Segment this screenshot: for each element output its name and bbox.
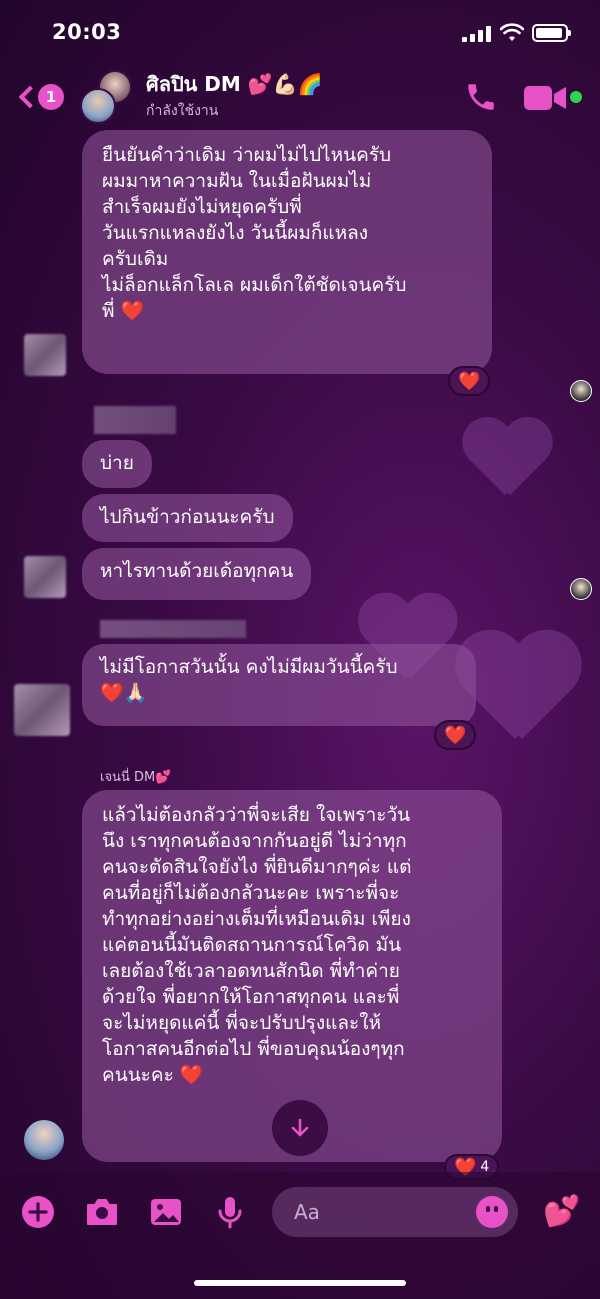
message-text: คนจะตัดสินใจยังไง พี่ยินดีมากๆค่ะ แต่ bbox=[102, 856, 412, 878]
microphone-icon[interactable] bbox=[210, 1192, 250, 1232]
message-text: ยืนยันคำว่าเดิม ว่าผมไม่ไปไหนครับ bbox=[102, 144, 392, 166]
read-receipt-avatar bbox=[570, 380, 592, 402]
message-bubble[interactable]: ยืนยันคำว่าเดิม ว่าผมไม่ไปไหนครับ ผมมาหา… bbox=[82, 130, 492, 374]
avatar bbox=[80, 88, 116, 124]
avatar[interactable] bbox=[24, 1120, 64, 1160]
message-text: วันแรกแหลงยังไง วันนี้ผมก็แหลง bbox=[102, 222, 369, 244]
message-text: บ่าย bbox=[100, 452, 134, 474]
message-text: นึง เราทุกคนต้องจากกันอยู่ดี ไม่ว่าทุก bbox=[102, 830, 407, 852]
message-bubble[interactable]: ไปกินข้าวก่อนนะครับ bbox=[82, 494, 293, 542]
message-text: แล้วไม่ต้องกลัวว่าพี่จะเสีย ใจเพราะวัน bbox=[102, 804, 411, 826]
message-input[interactable] bbox=[294, 1187, 464, 1237]
sender-avatar-blurred bbox=[14, 684, 70, 736]
message-text: ไปกินข้าวก่อนนะครับ bbox=[100, 506, 275, 528]
smiley-icon[interactable] bbox=[476, 1196, 508, 1228]
background-heart bbox=[460, 420, 550, 500]
reaction-badge[interactable]: ❤️ bbox=[448, 366, 491, 396]
message-text: สำเร็จผมยังไม่หยุดครับพี่ bbox=[102, 196, 302, 218]
message-bubble[interactable]: บ่าย bbox=[82, 440, 152, 488]
hearts-icon[interactable]: 💕 bbox=[540, 1190, 584, 1234]
group-avatar[interactable] bbox=[80, 70, 136, 126]
chat-header: 1 ศิลปิน DM 💕💪🏻🌈 กำลังใช้งาน bbox=[0, 64, 600, 126]
arrow-down-icon bbox=[291, 1118, 309, 1137]
home-indicator bbox=[194, 1280, 406, 1286]
status-bar: 20:03 bbox=[0, 0, 600, 64]
message-text: ผมมาหาความฝัน ในเมื่อฝันผมไม่ bbox=[102, 170, 372, 192]
message-text: ไม่มีโอกาสวันนั้น คงไม่มีผมวันนี้ครับ bbox=[100, 656, 398, 678]
message-text: โอกาสคนอีกต่อไป พี่ขอบคุณน้องๆทุก bbox=[102, 1038, 405, 1060]
status-time: 20:03 bbox=[52, 20, 122, 44]
message-text: เลยต้องใช้เวลาอดทนสักนิด พี่ทำค่าย bbox=[102, 960, 400, 982]
sender-avatar-blurred bbox=[24, 334, 66, 376]
plus-circle-icon[interactable] bbox=[18, 1192, 58, 1232]
message-input-container[interactable] bbox=[272, 1187, 518, 1237]
back-button[interactable]: 1 bbox=[16, 80, 66, 114]
message-text: ทำทุกอย่างอย่างเต็มที่เหมือนเดิม เพียง bbox=[102, 908, 411, 930]
sender-name-blurred bbox=[100, 620, 246, 638]
battery-icon bbox=[532, 24, 571, 42]
message-text: ไม่ล็อกแล็กโลเล ผมเด็กใต้ชัดเจนครับ bbox=[102, 274, 407, 296]
phone-icon[interactable] bbox=[464, 80, 498, 114]
reaction-emoji: ❤️ bbox=[458, 370, 481, 392]
sender-name-blurred bbox=[94, 406, 176, 434]
message-text: คนที่อยู่ก็ไม่ต้องกลัวนะคะ เพราะพี่จะ bbox=[102, 882, 400, 904]
message-text: พี่ ❤️ bbox=[102, 300, 145, 322]
reaction-emoji: ❤️ bbox=[444, 724, 467, 746]
sender-avatar-blurred bbox=[24, 556, 66, 598]
unread-badge: 1 bbox=[38, 84, 64, 110]
message-text: ด้วยใจ พี่อยากให้โอกาสทุกคน และพี่ bbox=[102, 986, 400, 1008]
reaction-badge[interactable]: ❤️ bbox=[434, 720, 477, 750]
message-text: หาไรทานด้วยเด้อทุกคน bbox=[100, 560, 294, 582]
message-text: แค่ตอนนี้มันติดสถานการณ์โควิด มัน bbox=[102, 934, 402, 956]
message-bubble[interactable]: ไม่มีโอกาสวันนั้น คงไม่มีผมวันนี้ครับ ❤️… bbox=[82, 644, 476, 726]
message-bubble[interactable]: หาไรทานด้วยเด้อทุกคน bbox=[82, 548, 312, 600]
video-icon[interactable] bbox=[524, 84, 566, 112]
active-status: กำลังใช้งาน bbox=[146, 103, 219, 119]
message-text: คนนะคะ ❤️ bbox=[102, 1064, 204, 1086]
read-receipt-avatar bbox=[570, 578, 592, 600]
scroll-to-bottom-button[interactable] bbox=[272, 1100, 328, 1156]
wifi-icon bbox=[500, 23, 524, 41]
message-text: ❤️🙏🏻 bbox=[100, 682, 148, 704]
camera-icon[interactable] bbox=[82, 1192, 122, 1232]
message-text: จะไม่หยุดแค่นี้ พี่จะปรับปรุงและให้ bbox=[102, 1012, 382, 1034]
sender-name: เจนนี่ DM💕 bbox=[100, 770, 172, 785]
image-icon[interactable] bbox=[146, 1192, 186, 1232]
online-indicator bbox=[570, 91, 582, 103]
message-text: ครับเดิม bbox=[102, 248, 169, 270]
cellular-signal-icon bbox=[462, 26, 492, 42]
chat-title[interactable]: ศิลปิน DM 💕💪🏻🌈 bbox=[146, 68, 322, 100]
